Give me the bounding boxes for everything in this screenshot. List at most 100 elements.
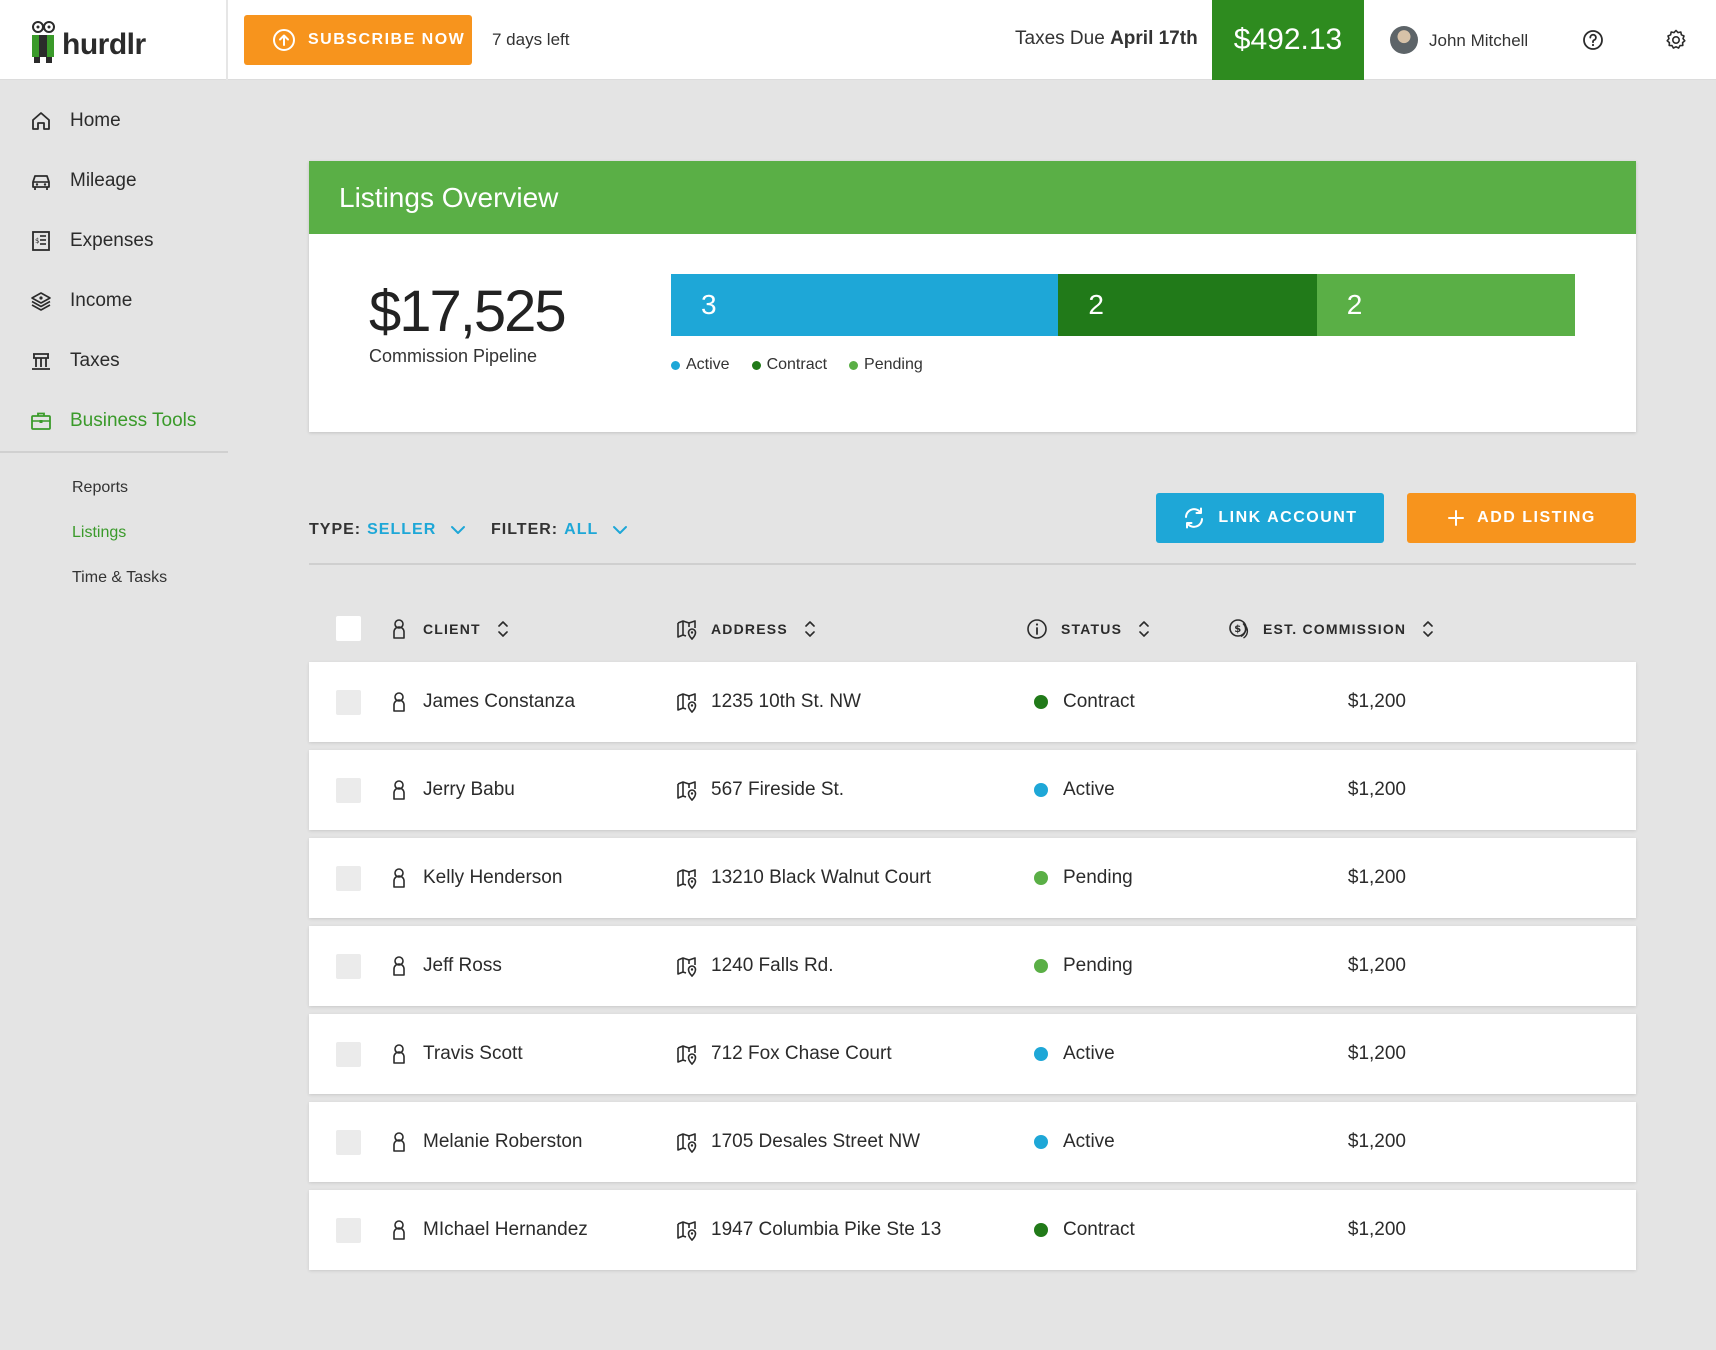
sidebar-item-label: Income: [70, 290, 133, 311]
bar-segment-pending[interactable]: 2: [1316, 274, 1575, 336]
row-checkbox[interactable]: [336, 1218, 361, 1243]
client-name: Jeff Ross: [423, 955, 502, 976]
column-header-est-commission[interactable]: $ EST. COMMISSION: [1228, 609, 1434, 649]
sidebar-subitem-listings[interactable]: Listings: [72, 524, 126, 542]
status-cell: Active: [1034, 750, 1115, 830]
taxes-due-date: April 17th: [1110, 28, 1198, 49]
overview-title: Listings Overview: [309, 161, 1636, 234]
column-header-status[interactable]: STATUS: [1026, 609, 1150, 649]
column-header-client[interactable]: CLIENT: [391, 609, 509, 649]
legend-pending: Pending: [849, 356, 923, 374]
receipt-icon: $: [32, 231, 50, 251]
top-bar: hurdlr SUBSCRIBE NOW 7 days left Taxes D…: [0, 0, 1716, 80]
subscribe-now-button[interactable]: SUBSCRIBE NOW: [244, 15, 472, 65]
table-header: CLIENT ADDRESS STATUS $ EST. COMMISSION: [309, 609, 1636, 649]
help-icon[interactable]: [1582, 29, 1604, 51]
sidebar-item-label: Taxes: [70, 350, 120, 371]
bar-count: 2: [1346, 289, 1363, 320]
chevron-down-icon: [451, 526, 466, 534]
gear-icon[interactable]: [1665, 29, 1687, 51]
subscribe-label: SUBSCRIBE NOW: [308, 31, 466, 48]
table-row[interactable]: Jeff Ross 1240 Falls Rd. Pending $1,200: [309, 926, 1636, 1006]
row-checkbox[interactable]: [336, 690, 361, 715]
legend-dot: [849, 360, 859, 370]
bar-count: 2: [1088, 289, 1104, 320]
row-checkbox[interactable]: [336, 1130, 361, 1155]
user-name[interactable]: John Mitchell: [1429, 31, 1528, 51]
status-text: Active: [1063, 779, 1115, 800]
client-name: Travis Scott: [423, 1043, 523, 1064]
bar-segment-contract[interactable]: 2: [1058, 274, 1317, 336]
person-icon: [393, 868, 405, 888]
logo[interactable]: hurdlr: [0, 0, 228, 80]
add-listing-button[interactable]: ADD LISTING: [1407, 493, 1636, 543]
building-icon: [32, 353, 50, 370]
row-checkbox[interactable]: [336, 778, 361, 803]
column-label: EST. COMMISSION: [1263, 621, 1407, 637]
sidebar-subitem-time-tasks[interactable]: Time & Tasks: [72, 569, 167, 587]
table-row[interactable]: Melanie Roberston 1705 Desales Street NW…: [309, 1102, 1636, 1182]
address-cell: 567 Fireside St.: [676, 750, 844, 830]
commission-cell: $1,200: [1347, 691, 1406, 712]
commission-cell: $1,200: [1347, 1043, 1406, 1064]
person-icon: [393, 1132, 405, 1152]
row-checkbox[interactable]: [336, 954, 361, 979]
chevron-down-icon: [613, 526, 628, 534]
commission-pipeline-label: Commission Pipeline: [369, 346, 538, 366]
status-breakdown-bar: 3 2 2: [671, 274, 1575, 336]
address-cell: 13210 Black Walnut Court: [676, 838, 931, 918]
client-cell: James Constanza: [391, 662, 575, 742]
client-cell: Kelly Henderson: [391, 838, 562, 918]
map-pin-icon: [677, 957, 697, 977]
sidebar-item-label: Home: [70, 110, 121, 131]
coins-icon: $: [1229, 619, 1249, 639]
client-cell: Jeff Ross: [391, 926, 502, 1006]
type-filter-dropdown[interactable]: TYPE: SELLER: [309, 521, 466, 539]
home-icon: [32, 112, 50, 130]
person-icon: [393, 1044, 405, 1064]
sidebar-item-income[interactable]: Income: [0, 281, 228, 321]
table-row[interactable]: Jerry Babu 567 Fireside St. Active $1,20…: [309, 750, 1636, 830]
status-dot: [1034, 695, 1048, 709]
svg-text:$: $: [1234, 624, 1242, 635]
sidebar-item-taxes[interactable]: Taxes: [0, 341, 228, 381]
status-text: Pending: [1063, 955, 1133, 976]
status-dot: [1034, 1223, 1048, 1237]
bar-segment-active[interactable]: 3: [671, 274, 1059, 336]
address-text: 13210 Black Walnut Court: [711, 867, 932, 888]
map-pin-icon: [677, 620, 697, 640]
avatar[interactable]: [1390, 26, 1418, 54]
client-cell: Travis Scott: [391, 1014, 523, 1094]
commission-cell: $1,200: [1347, 867, 1406, 888]
map-pin-icon: [677, 1133, 697, 1153]
row-checkbox[interactable]: [336, 866, 361, 891]
select-all-checkbox[interactable]: [336, 616, 361, 641]
address-text: 1705 Desales Street NW: [711, 1131, 921, 1152]
column-header-address[interactable]: ADDRESS: [676, 609, 816, 649]
status-text: Active: [1063, 1043, 1115, 1064]
sidebar-item-expenses[interactable]: $ Expenses: [0, 221, 228, 261]
sort-icon: [497, 621, 508, 637]
row-checkbox[interactable]: [336, 1042, 361, 1067]
commission-cell: $1,200: [1347, 1131, 1406, 1152]
link-account-button[interactable]: LINK ACCOUNT: [1156, 493, 1384, 543]
client-name: MIchael Hernandez: [423, 1219, 588, 1240]
column-label: ADDRESS: [711, 621, 788, 637]
address-text: 1240 Falls Rd.: [711, 955, 834, 976]
sort-icon: [805, 621, 815, 637]
table-row[interactable]: MIchael Hernandez 1947 Columbia Pike Ste…: [309, 1190, 1636, 1270]
sidebar-item-home[interactable]: Home: [0, 101, 228, 141]
status-filter-dropdown[interactable]: FILTER: ALL: [491, 521, 628, 539]
car-icon: [32, 175, 50, 190]
table-row[interactable]: Kelly Henderson 13210 Black Walnut Court…: [309, 838, 1636, 918]
tax-amount[interactable]: $492.13: [1212, 0, 1364, 80]
sidebar-item-label: Expenses: [70, 230, 154, 251]
sidebar-subitem-reports[interactable]: Reports: [72, 479, 128, 497]
sidebar-item-mileage[interactable]: Mileage: [0, 161, 228, 201]
status-cell: Active: [1034, 1014, 1115, 1094]
table-row[interactable]: Travis Scott 712 Fox Chase Court Active …: [309, 1014, 1636, 1094]
legend-dot: [671, 360, 680, 370]
sidebar-item-business-tools[interactable]: Business Tools: [0, 401, 228, 441]
status-dot: [1034, 1135, 1048, 1149]
table-row[interactable]: James Constanza 1235 10th St. NW Contrac…: [309, 662, 1636, 742]
